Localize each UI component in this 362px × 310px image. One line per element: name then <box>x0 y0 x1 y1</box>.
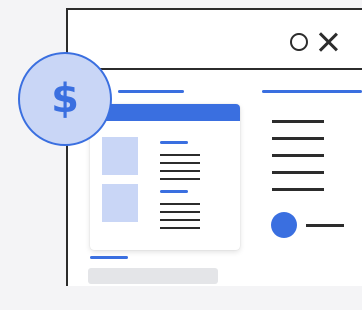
text-line <box>160 178 200 180</box>
text-line <box>272 120 324 123</box>
radio-dot-icon <box>271 212 297 238</box>
thumbnail-image <box>102 137 138 175</box>
thumbnail-image <box>102 184 138 222</box>
right-column-heading-line <box>262 90 362 93</box>
card-header-bar <box>90 104 240 121</box>
footer-placeholder-bar <box>88 268 218 284</box>
text-line <box>160 227 200 229</box>
card-subheading-line <box>160 190 188 193</box>
text-line <box>306 224 344 227</box>
text-line <box>160 154 200 156</box>
circle-icon <box>290 33 308 51</box>
text-line <box>160 219 200 221</box>
window-titlebar <box>68 10 362 70</box>
content-card <box>90 104 240 250</box>
card-subheading-line <box>160 141 188 144</box>
text-line <box>160 211 200 213</box>
dollar-symbol: $ <box>51 76 79 122</box>
text-line <box>272 171 324 174</box>
footer-heading-line <box>90 256 128 259</box>
text-line <box>160 170 200 172</box>
left-heading-line <box>118 90 184 93</box>
close-icon <box>316 30 340 54</box>
text-line <box>272 188 324 191</box>
text-line <box>160 203 200 205</box>
text-line <box>160 162 200 164</box>
dollar-sign-icon: $ <box>18 52 112 146</box>
text-line <box>272 137 324 140</box>
text-line <box>272 154 324 157</box>
